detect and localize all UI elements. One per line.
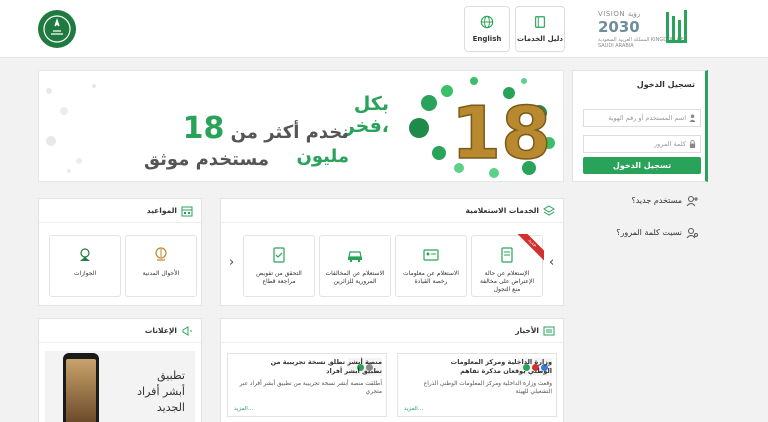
inquiry-curfew-objection[interactable]: جديد الإستعلام عن حالة الإعتراض على مخال…: [471, 234, 544, 297]
news-more-link[interactable]: المزيد...: [404, 406, 423, 412]
svg-text:18: 18: [451, 91, 551, 175]
lock-icon: [689, 140, 696, 148]
english-button[interactable]: English: [464, 6, 510, 52]
banner[interactable]: بكل فخر، نخدم أكثر من 18 مليون مستخدم مو…: [38, 70, 564, 182]
login-button[interactable]: تسجيل الدخول: [583, 157, 701, 174]
globe-icon: [480, 15, 494, 29]
inquiry-authorization-check[interactable]: التحقق من تفويض مراجعة قطاع: [243, 235, 315, 297]
ads-title: الإعلانات: [144, 326, 177, 335]
appointment-passports[interactable]: الجوازات: [49, 235, 121, 297]
news-item[interactable]: وزارة الداخلية ومركز المعلومات الوطني يو…: [397, 353, 557, 417]
eighteen-graphic-icon: 18: [409, 77, 555, 178]
username-field[interactable]: اسم المستخدم أو رقم الهوية: [583, 109, 701, 127]
new-badge: جديد: [514, 234, 544, 264]
civil-affairs-icon: [155, 247, 167, 261]
services-guide-label: دليل الخدمات: [517, 35, 563, 43]
megaphone-icon: [182, 326, 192, 336]
inquiry-services-card: الخدمات الاستعلامية ‹ جديد الإستعلام عن …: [220, 198, 564, 306]
car-icon: [348, 251, 362, 263]
inquiry-services-title: الخدمات الاستعلامية: [465, 206, 539, 215]
checklist-icon: [273, 247, 285, 263]
english-label: English: [472, 35, 502, 43]
next-arrow-icon[interactable]: ‹: [549, 255, 554, 270]
news-more-link[interactable]: المزيد...: [234, 406, 253, 412]
forgot-password-link[interactable]: نسيت كلمة المرور؟: [572, 220, 708, 246]
login-title: تسجيل الدخول: [636, 80, 695, 89]
add-user-icon: [686, 196, 698, 207]
login-panel: تسجيل الدخول اسم المستخدم أو رقم الهوية …: [572, 70, 708, 182]
appointment-civil-affairs[interactable]: الأحوال المدنية: [125, 235, 197, 297]
calendar-icon: [181, 206, 193, 217]
header: English دليل الخدمات VISION رؤية 2030 ال…: [0, 0, 768, 58]
newspaper-icon: [543, 326, 555, 336]
user-icon: [689, 114, 696, 122]
absher-logo-icon[interactable]: [664, 6, 692, 48]
previous-arrow-icon[interactable]: ›: [229, 255, 234, 270]
news-title: الأخبار: [515, 326, 539, 335]
services-guide-button[interactable]: دليل الخدمات: [515, 6, 565, 52]
license-card-icon: [423, 249, 439, 261]
password-field[interactable]: كلمة المرور: [583, 135, 701, 153]
layers-icon: [543, 205, 555, 216]
phone-image-icon: [63, 353, 99, 422]
ministry-emblem-icon[interactable]: [38, 10, 76, 48]
appointments-title: المواعيد: [146, 206, 177, 215]
appointments-card: المواعيد الأحوال المدنية الجوازات: [38, 198, 202, 306]
passports-icon: [80, 248, 90, 261]
inquiry-driving-license[interactable]: الاستعلام عن معلومات رخصة القيادة: [395, 235, 467, 297]
ads-card: الإعلانات تطبيق أبشر أفراد الجديد: [38, 318, 202, 422]
book-icon: [535, 16, 545, 28]
inquiry-traffic-violations[interactable]: الاستعلام عن المخالفات المرورية للزائرين: [319, 235, 391, 297]
user-key-icon: [686, 228, 698, 239]
new-user-link[interactable]: مستخدم جديد؟: [572, 188, 708, 214]
news-card: الأخبار وزارة الداخلية ومركز المعلومات ا…: [220, 318, 564, 422]
banner-line-3: مستخدم موثق: [143, 149, 269, 170]
ad-banner[interactable]: تطبيق أبشر أفراد الجديد: [45, 351, 195, 422]
news-item[interactable]: منصة أبشر تطلق نسخة تجريبية من تطبيق أبش…: [227, 353, 387, 417]
